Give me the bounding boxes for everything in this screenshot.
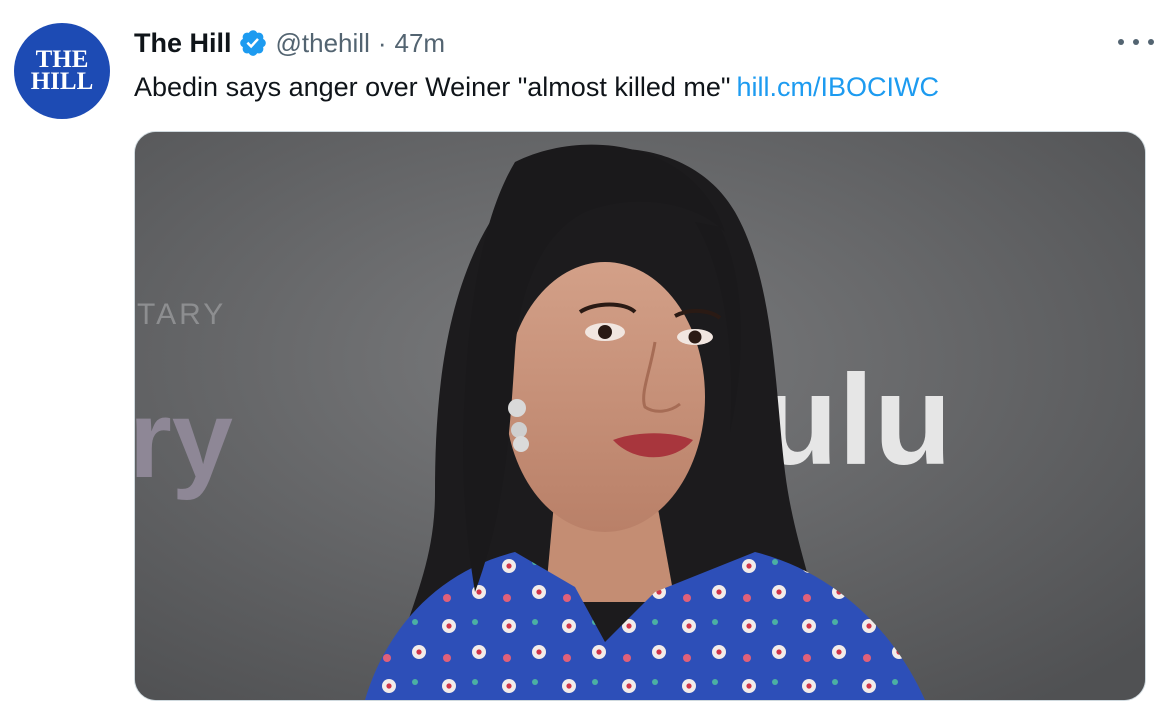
tweet-text: Abedin says anger over Weiner "almost ki… <box>134 68 939 106</box>
dot <box>1133 39 1139 45</box>
verified-badge-icon <box>238 28 268 58</box>
more-options-icon[interactable] <box>1118 30 1154 54</box>
backdrop-text-left: ry <box>135 378 233 501</box>
separator-dot: · <box>377 27 387 58</box>
dot <box>1118 39 1124 45</box>
dot <box>1148 39 1154 45</box>
tweet-photo[interactable]: TARY ry ulu <box>134 131 1146 701</box>
photo-illustration: TARY ry ulu <box>135 132 1145 700</box>
tweet-link[interactable]: hill.cm/IBOCIWC <box>736 72 939 102</box>
profile-avatar[interactable]: THE HILL <box>14 23 110 119</box>
timestamp[interactable]: 47m <box>395 28 446 59</box>
display-name[interactable]: The Hill <box>134 28 232 59</box>
avatar-line-2: HILL <box>30 68 94 95</box>
backdrop-text-right: ulu <box>760 349 952 492</box>
user-handle[interactable]: @thehill <box>276 28 370 59</box>
backdrop-text-top: TARY <box>137 298 226 331</box>
tweet-header: The Hill @thehill · 47m <box>134 24 445 62</box>
tweet-body: Abedin says anger over Weiner "almost ki… <box>134 72 731 102</box>
